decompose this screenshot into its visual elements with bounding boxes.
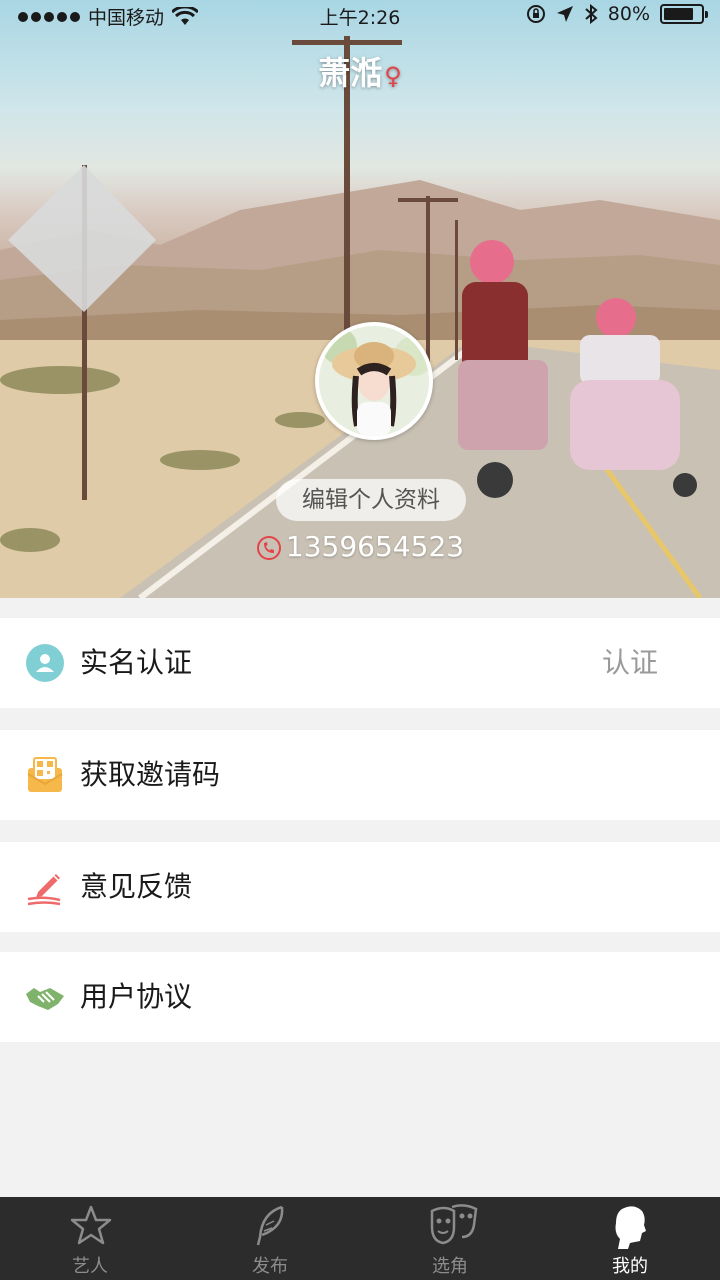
edit-profile-button[interactable]: 编辑个人资料 xyxy=(276,479,466,521)
feather-icon xyxy=(256,1205,284,1246)
handshake-icon xyxy=(26,988,64,1010)
tab-label: 选角 xyxy=(432,1256,468,1277)
phone-number: 1359654523 xyxy=(285,530,465,563)
menu-item-label: 实名认证 xyxy=(80,646,193,679)
battery-level xyxy=(664,8,693,20)
female-gender-icon: ♀ xyxy=(384,62,402,90)
tab-label: 艺人 xyxy=(72,1256,108,1277)
pencil-edit-icon xyxy=(27,874,61,906)
tab-label: 我的 xyxy=(612,1256,648,1277)
star-icon xyxy=(70,1205,112,1245)
menu-item-real-name-verification[interactable]: 实名认证 认证 xyxy=(0,618,720,708)
menu-item-invite-code[interactable]: 获取邀请码 xyxy=(0,730,720,820)
profile-name-row: 萧湉♀ xyxy=(0,48,720,94)
user-name: 萧湉 xyxy=(318,54,383,92)
tab-label: 发布 xyxy=(252,1256,288,1277)
avatar[interactable] xyxy=(315,322,433,440)
menu-item-user-agreement[interactable]: 用户协议 xyxy=(0,952,720,1042)
battery-icon xyxy=(660,4,708,24)
tab-casting[interactable]: 选角 xyxy=(360,1197,540,1280)
orientation-lock-icon xyxy=(526,5,545,23)
bottom-tab-bar: 艺人 发布 选角 我的 xyxy=(0,1197,720,1280)
user-verify-icon xyxy=(26,644,64,682)
battery-percent: 80% xyxy=(607,3,650,25)
menu-item-label: 获取邀请码 xyxy=(80,758,221,791)
tab-artists[interactable]: 艺人 xyxy=(0,1197,180,1280)
phone-row: 1359654523 xyxy=(0,530,720,563)
masks-icon xyxy=(430,1204,478,1245)
status-bar: 中国移动 上午2:26 80% xyxy=(0,0,720,30)
avatar-photo xyxy=(319,326,429,436)
profile-head-icon xyxy=(615,1206,646,1249)
menu-item-label: 意见反馈 xyxy=(80,870,193,903)
tab-publish[interactable]: 发布 xyxy=(180,1197,360,1280)
menu-item-feedback[interactable]: 意见反馈 xyxy=(0,842,720,932)
phone-icon xyxy=(256,536,281,560)
tab-mine[interactable]: 我的 xyxy=(540,1197,720,1280)
qr-envelope-icon xyxy=(27,757,63,792)
location-arrow-icon xyxy=(556,6,573,22)
verify-status: 认证 xyxy=(601,646,658,679)
bluetooth-icon xyxy=(585,4,598,24)
menu-item-label: 用户协议 xyxy=(80,980,193,1013)
